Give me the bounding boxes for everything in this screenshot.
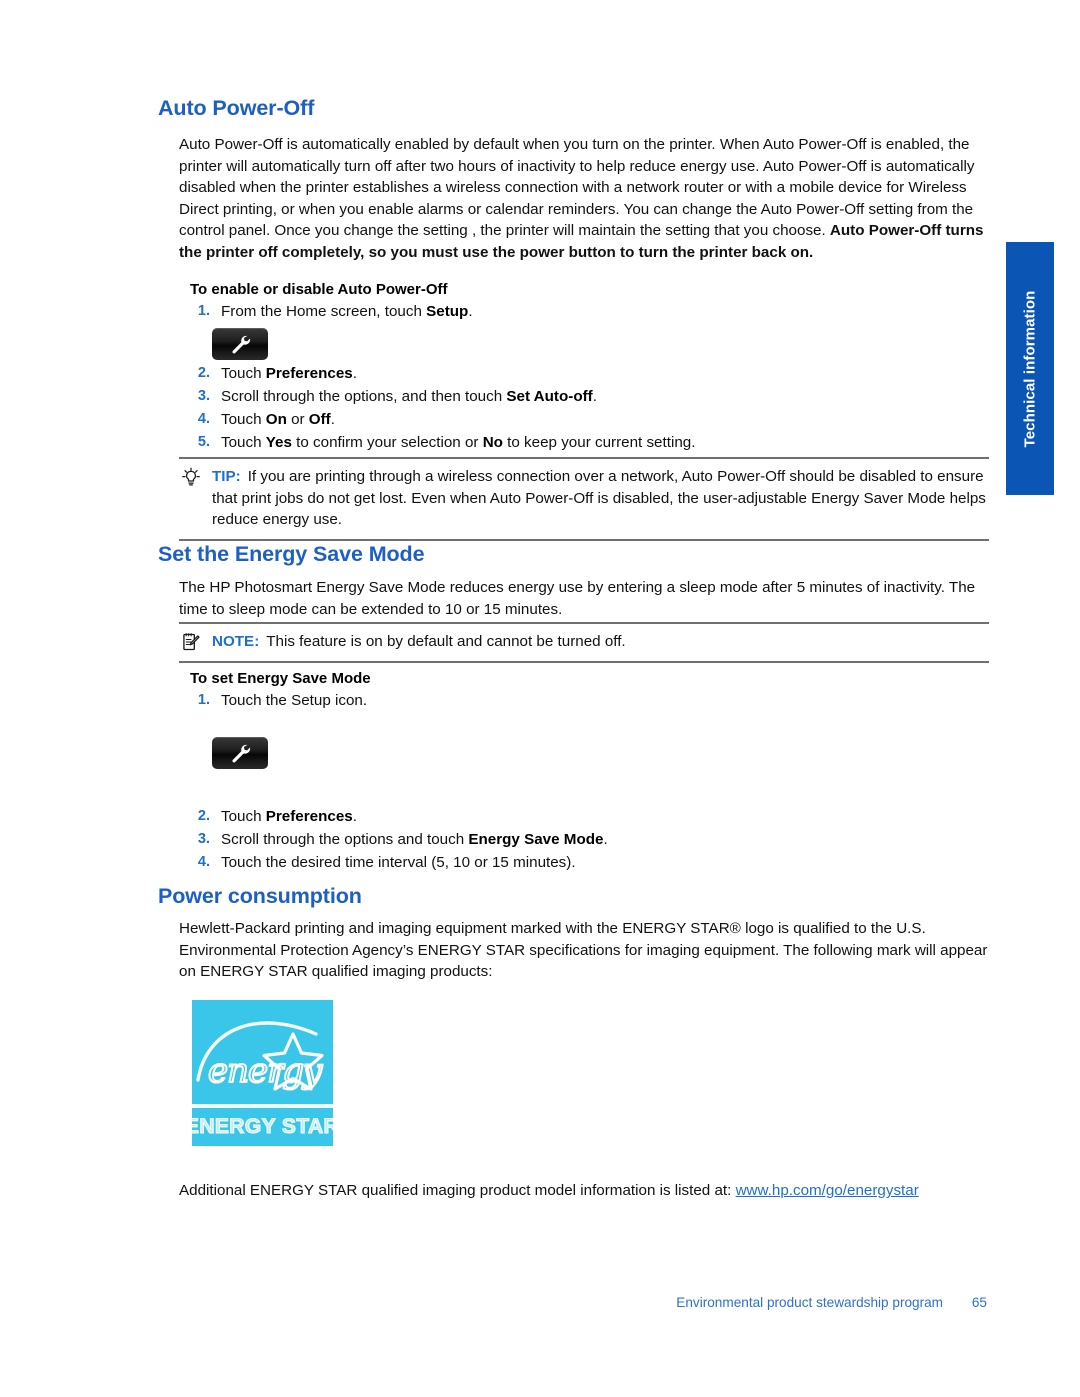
step-text-pre: Touch <box>221 434 266 451</box>
document-page: Technical information Auto Power-Off Aut… <box>0 0 1080 1397</box>
step-text-post: . <box>592 388 597 405</box>
step-text-pre: From the Home screen, touch <box>221 303 427 320</box>
energystar-url-link[interactable]: www.hp.com/go/energystar <box>736 1182 919 1199</box>
step-number: 4. <box>197 411 210 427</box>
procedure-title-set-energy-save-mode: To set Energy Save Mode <box>190 670 371 687</box>
steps-list-energy-save-2: 2. Touch Preferences. 3. Scroll through … <box>190 805 980 874</box>
step-text-bold: Preferences <box>265 808 353 825</box>
page-footer: Environmental product stewardship progra… <box>0 1295 1080 1315</box>
list-item: 4. Touch On or Off. <box>190 408 980 431</box>
step-number: 3. <box>197 388 210 404</box>
note-pencil-icon <box>181 632 203 652</box>
list-item: 3. Scroll through the options, and then … <box>190 385 980 408</box>
list-item: 4. Touch the desired time interval (5, 1… <box>190 851 980 874</box>
step-number: 4. <box>197 854 210 870</box>
note-keyword: NOTE: <box>212 633 260 650</box>
step-text-bold: On <box>265 411 287 428</box>
step-text-post: . <box>603 831 608 848</box>
list-item: 3. Scroll through the options and touch … <box>190 828 980 851</box>
step-text-mid: or <box>286 411 309 428</box>
footer-page-number: 65 <box>971 1295 987 1310</box>
footer-section-title: Environmental product stewardship progra… <box>676 1295 943 1310</box>
step-number: 2. <box>197 365 210 381</box>
list-item: 2. Touch Preferences. <box>190 362 980 385</box>
setup-wrench-icon <box>212 737 268 769</box>
step-number: 1. <box>197 303 210 319</box>
list-item: 1. Touch the Setup icon. <box>190 689 980 712</box>
list-item: 2. Touch Preferences. <box>190 805 980 828</box>
step-text-pre: Touch <box>221 808 266 825</box>
step-number: 1. <box>197 692 210 708</box>
tip-callout: TIP: If you are printing through a wirele… <box>179 457 989 541</box>
step-text-post: . <box>352 365 357 382</box>
procedure-title-enable-disable-auto-power-off: To enable or disable Auto Power-Off <box>190 281 448 298</box>
step-text-post: . <box>330 411 335 428</box>
step-text-pre: Touch <box>221 365 266 382</box>
step-text-pre: Scroll through the options, and then tou… <box>221 388 507 405</box>
svg-text:ENERGY STAR: ENERGY STAR <box>192 1115 333 1138</box>
paragraph-energy-save-mode-intro: The HP Photosmart Energy Save Mode reduc… <box>179 579 976 618</box>
tip-keyword: TIP: <box>212 468 241 485</box>
closing-text: Additional ENERGY STAR qualified imaging… <box>179 1182 736 1199</box>
lightbulb-icon <box>181 467 203 487</box>
step-text-bold-2: Off <box>308 411 331 428</box>
setup-wrench-icon <box>212 328 268 360</box>
heading-set-energy-save-mode: Set the Energy Save Mode <box>158 542 425 566</box>
step-text-bold: Set Auto-off <box>506 388 593 405</box>
step-text-post: to keep your current setting. <box>502 434 696 451</box>
tip-text: If you are printing through a wireless c… <box>212 468 986 529</box>
step-text-pre: Touch the desired time interval (5, 10 o… <box>221 854 576 871</box>
step-text-bold: Setup <box>426 303 469 320</box>
step-text-bold: Energy Save Mode <box>468 831 604 848</box>
paragraph-auto-power-off-intro: Auto Power-Off is automatically enabled … <box>179 134 989 264</box>
step-text-bold-2: No <box>482 434 503 451</box>
paragraph-power-consumption-intro: Hewlett-Packard printing and imaging equ… <box>179 920 988 981</box>
note-callout: NOTE: This feature is on by default and c… <box>179 622 989 663</box>
step-text-pre: Scroll through the options and touch <box>221 831 469 848</box>
steps-list-auto-power-off-2: 2. Touch Preferences. 3. Scroll through … <box>190 362 980 454</box>
step-number: 3. <box>197 831 210 847</box>
paragraph-energy-star-link: Additional ENERGY STAR qualified imaging… <box>179 1180 989 1202</box>
step-text-bold: Yes <box>265 434 292 451</box>
svg-text:energy: energy <box>208 1051 323 1091</box>
list-item: 5. Touch Yes to confirm your selection o… <box>190 431 980 454</box>
steps-list-energy-save-1: 1. Touch the Setup icon. <box>190 689 980 712</box>
note-text: This feature is on by default and cannot… <box>266 633 626 650</box>
section-tab-label: Technical information <box>1021 290 1039 447</box>
step-text: Touch the Setup icon. <box>221 692 368 709</box>
step-text-bold: Preferences <box>265 365 353 382</box>
heading-auto-power-off: Auto Power-Off <box>158 96 315 120</box>
steps-list-auto-power-off-1: 1. From the Home screen, touch Setup. <box>190 300 980 323</box>
step-number: 5. <box>197 434 210 450</box>
step-text-pre: Touch <box>221 411 266 428</box>
step-text-post: . <box>468 303 473 320</box>
list-item: 1. From the Home screen, touch Setup. <box>190 300 980 323</box>
step-text-post: . <box>352 808 357 825</box>
step-text-mid: to confirm your selection or <box>291 434 483 451</box>
step-number: 2. <box>197 808 210 824</box>
energy-star-logo: energy ENERGY STAR <box>192 1000 333 1146</box>
section-tab-technical-information: Technical information <box>1006 242 1054 495</box>
heading-power-consumption: Power consumption <box>158 884 362 908</box>
